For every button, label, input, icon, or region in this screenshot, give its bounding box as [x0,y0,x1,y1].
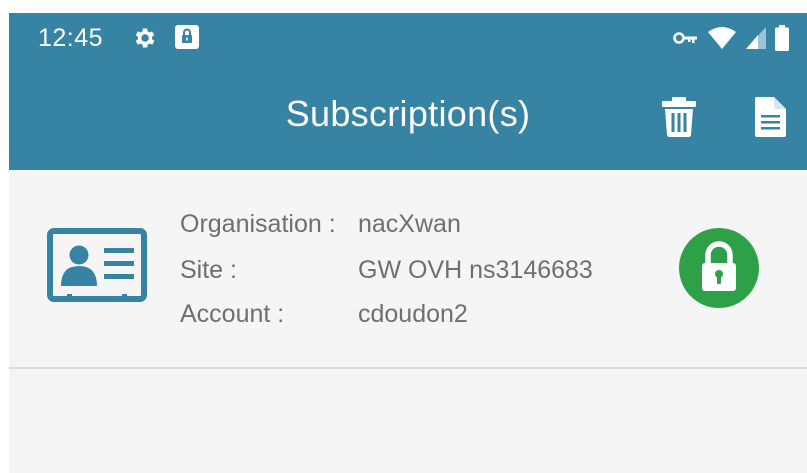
organisation-value: nacXwan [358,210,461,238]
document-button[interactable] [750,95,790,139]
signal-icon [745,26,767,55]
document-icon [750,97,790,143]
list-divider [9,367,807,369]
account-label: Account : [180,300,285,328]
contact-card-icon [47,228,147,309]
app-bar: Subscription(s) [9,65,807,170]
account-value: cdoudon2 [358,300,468,328]
battery-icon [775,25,789,56]
lock-icon [174,24,200,55]
wifi-icon [707,26,737,55]
app-screen: 12:45 Subscription(s) Organisation: nac… [9,13,807,473]
vpn-key-icon [673,30,699,51]
gear-icon [131,25,157,56]
site-value: GW OVH ns3146683 [358,256,593,284]
status-bar: 12:45 [9,13,807,65]
trash-icon [659,97,699,143]
subscription-list-item[interactable]: Organisation : nacXwan Site : GW OVH ns3… [9,170,807,367]
unlocked-padlock-icon[interactable] [679,228,759,313]
delete-button[interactable] [659,95,699,139]
organisation-label: Organisation : [180,210,336,238]
status-time: 12:45 [38,24,104,52]
site-label: Site : [180,256,237,284]
